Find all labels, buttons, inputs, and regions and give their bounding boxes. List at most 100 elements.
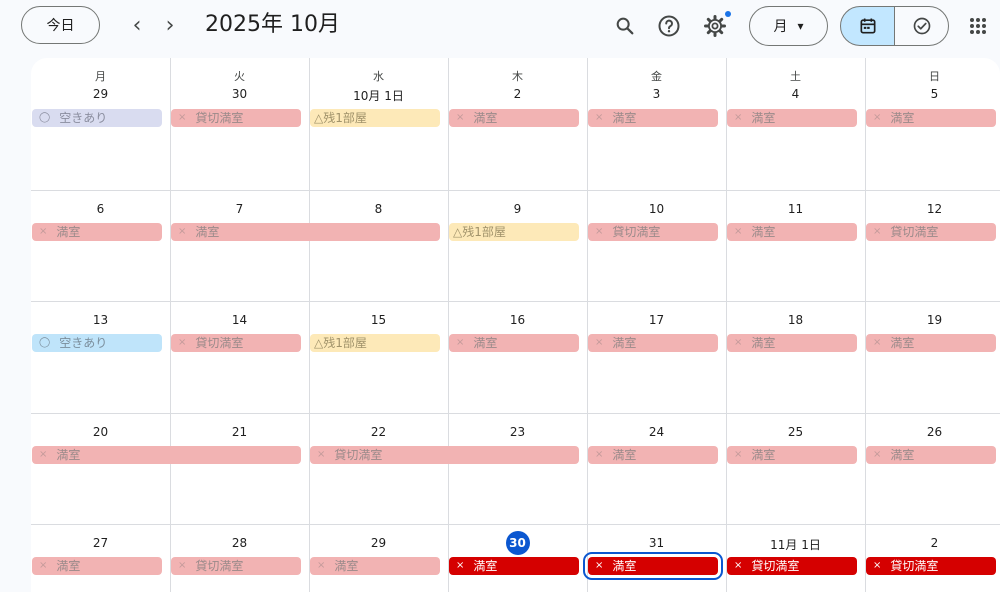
event-chip[interactable]: × 満室 [449,334,579,352]
event-chip[interactable]: × 満室 [727,109,857,127]
help-button[interactable] [653,10,685,42]
circle-icon: ◯ [39,337,51,348]
day-number[interactable]: 14 [170,313,309,327]
event-label: △残1部屋 [314,336,367,350]
event-chip[interactable]: ◯ 空きあり [32,109,162,127]
event-chip[interactable]: × 満室 [866,334,996,352]
event-chip[interactable]: × 満室 [583,552,723,580]
event-chip[interactable]: × 満室 [171,223,440,241]
day-number[interactable]: 23 [448,425,587,439]
event-chip[interactable]: × 満室 [727,223,857,241]
day-number[interactable]: 28 [170,536,309,550]
day-number[interactable]: 31 [587,536,726,550]
day-number[interactable]: 8 [309,202,448,216]
day-number[interactable]: 26 [865,425,1000,439]
close-icon: × [39,449,48,460]
row-divider [31,413,1000,414]
close-icon: × [456,112,465,123]
day-number[interactable]: 19 [865,313,1000,327]
help-icon [658,15,680,37]
event-chip[interactable]: × 満室 [588,446,718,464]
day-number[interactable]: 2 [448,87,587,101]
event-chip[interactable]: △残1部屋 [449,223,579,241]
event-chip[interactable]: × 満室 [727,446,857,464]
prev-month-button[interactable]: ‹ [123,11,151,39]
day-number[interactable]: 7 [170,202,309,216]
view-select[interactable]: 月 ▾ [749,6,828,46]
settings-icon [704,15,726,37]
event-chip[interactable]: × 満室 [449,557,579,575]
event-chip[interactable]: × 満室 [588,334,718,352]
close-icon: × [178,560,187,571]
event-label: 貸切満室 [195,336,244,350]
event-chip[interactable]: △残1部屋 [310,334,440,352]
close-icon: × [595,112,604,123]
day-number[interactable]: 30 [170,87,309,101]
apps-button[interactable] [962,10,994,42]
event-chip[interactable]: × 貸切満室 [866,223,996,241]
day-number[interactable]: 11 [726,202,865,216]
close-icon: × [178,112,187,123]
day-number[interactable]: 29 [31,87,170,101]
event-chip[interactable]: × 満室 [32,557,162,575]
day-number[interactable]: 17 [587,313,726,327]
close-icon: × [734,112,743,123]
close-icon: × [873,560,882,571]
event-chip[interactable]: ◯ 空きあり [32,334,162,352]
close-icon: × [734,226,743,237]
day-number[interactable]: 16 [448,313,587,327]
day-number[interactable]: 29 [309,536,448,550]
close-icon: × [873,337,882,348]
event-chip[interactable]: × 満室 [588,109,718,127]
day-number[interactable]: 10 [587,202,726,216]
day-number[interactable]: 22 [309,425,448,439]
day-number[interactable]: 3 [587,87,726,101]
day-number[interactable]: 24 [587,425,726,439]
day-number[interactable]: 25 [726,425,865,439]
day-number[interactable]: 10月 1日 [309,87,448,104]
event-chip[interactable]: × 満室 [866,109,996,127]
search-button[interactable] [609,10,641,42]
tasks-view-toggle[interactable] [894,6,949,46]
day-number[interactable]: 4 [726,87,865,101]
event-chip[interactable]: × 満室 [32,446,301,464]
day-number[interactable]: 20 [31,425,170,439]
today-button[interactable]: 今日 [21,6,100,44]
calendar-view-toggle[interactable] [840,6,895,46]
weekday-header: 土 [790,70,801,83]
event-chip[interactable]: × 満室 [866,446,996,464]
day-number[interactable]: 15 [309,313,448,327]
event-chip[interactable]: × 満室 [727,334,857,352]
day-number[interactable]: 11月 1日 [726,536,865,553]
day-number[interactable]: 5 [865,87,1000,101]
day-number[interactable]: 12 [865,202,1000,216]
day-number[interactable]: 18 [726,313,865,327]
event-chip[interactable]: × 貸切満室 [171,109,301,127]
day-number[interactable]: 13 [31,313,170,327]
day-number[interactable]: 2 [865,536,1000,550]
month-grid: 月火水木金土日 29 30 10月 1日 2 3 4 5 6 7 8 9 10 11 12 13 14 15 16 1… [31,58,1000,592]
event-chip[interactable]: × 貸切満室 [171,334,301,352]
event-label: 貸切満室 [890,559,939,573]
close-icon: × [456,337,465,348]
settings-notification-dot [725,11,731,17]
event-label: 満室 [612,111,637,125]
event-chip[interactable]: × 貸切満室 [171,557,301,575]
today-date[interactable]: 30 [505,531,530,555]
event-chip[interactable]: × 満室 [32,223,162,241]
event-chip[interactable]: × 貸切満室 [310,446,579,464]
event-chip[interactable]: × 貸切満室 [727,557,857,575]
event-chip[interactable]: × 満室 [310,557,440,575]
event-chip[interactable]: × 満室 [449,109,579,127]
day-number[interactable]: 27 [31,536,170,550]
event-label: 満室 [473,559,498,573]
event-chip[interactable]: × 貸切満室 [588,223,718,241]
weekday-header: 水 [373,70,384,83]
page-title: 2025年 10月 [205,12,340,37]
event-chip[interactable]: × 貸切満室 [866,557,996,575]
day-number[interactable]: 21 [170,425,309,439]
event-chip[interactable]: △残1部屋 [310,109,440,127]
next-month-button[interactable]: › [156,11,184,39]
day-number[interactable]: 6 [31,202,170,216]
day-number[interactable]: 9 [448,202,587,216]
